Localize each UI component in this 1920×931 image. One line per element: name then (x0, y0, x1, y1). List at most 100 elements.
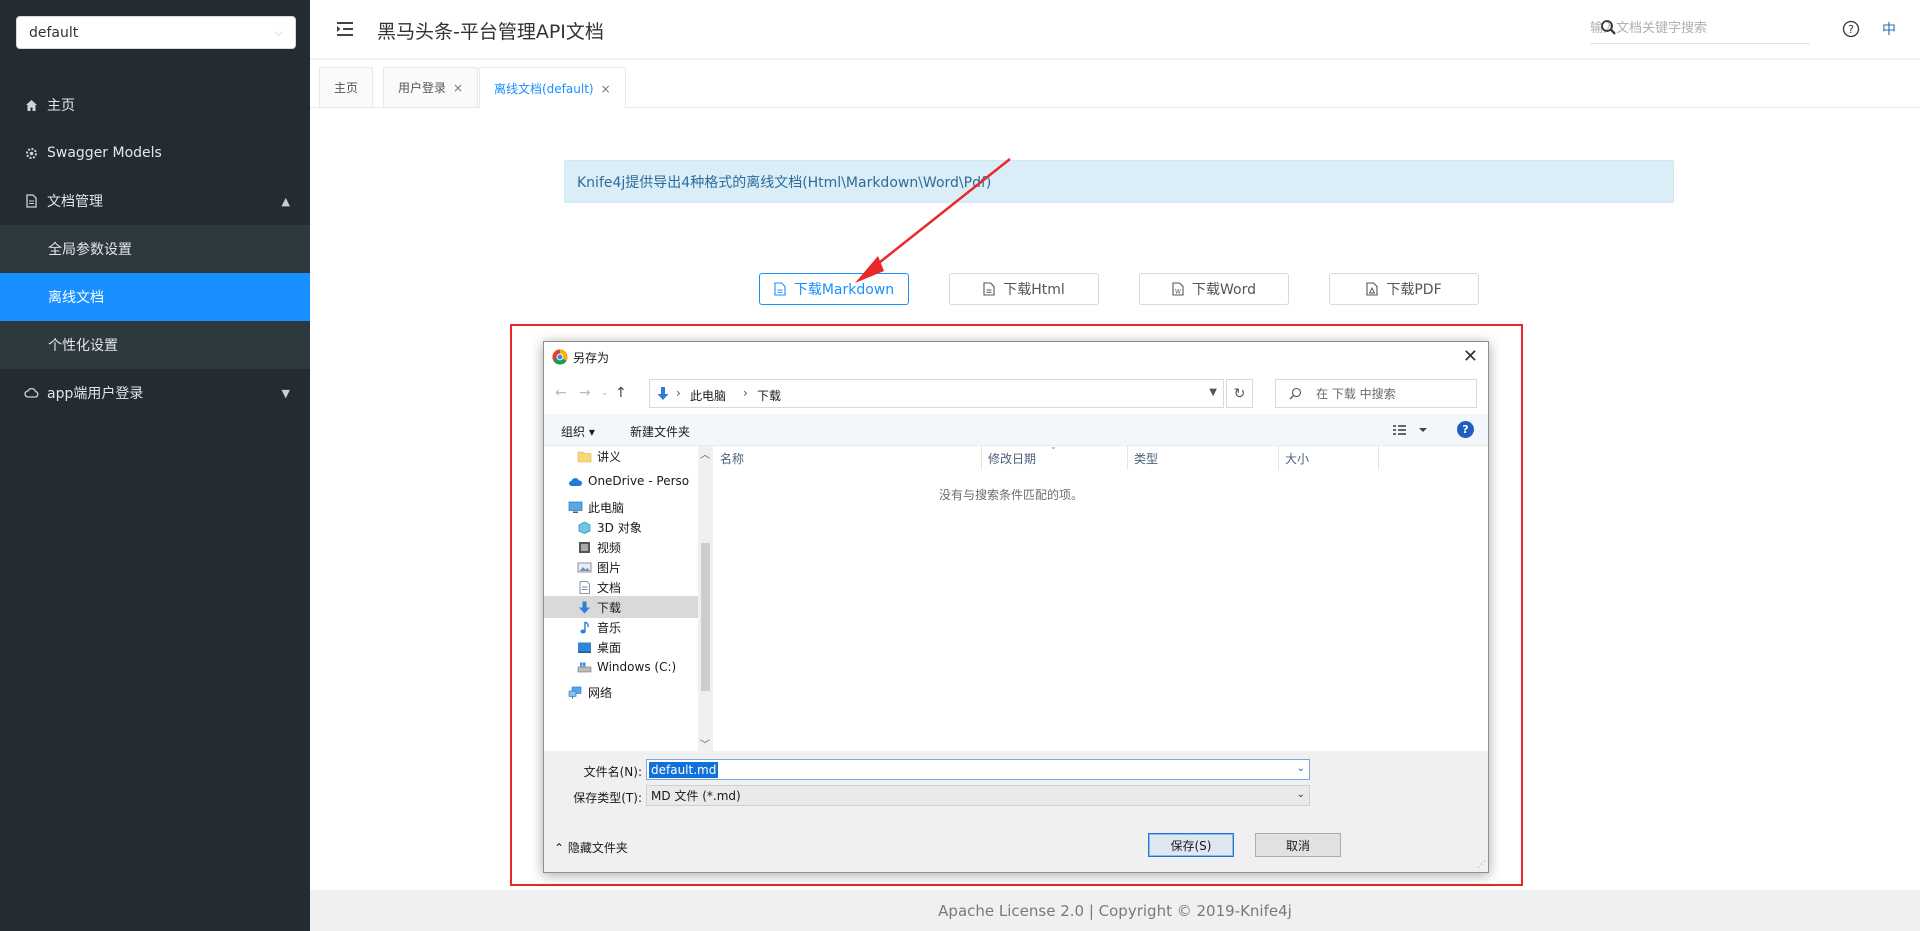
tree-item-label: 视频 (597, 540, 622, 555)
filename-label: 文件名(N): (583, 765, 642, 779)
sidebar-item-doc-management[interactable]: 文档管理 ▲ (0, 177, 310, 225)
pictures-icon (577, 562, 592, 572)
cloud-icon (24, 386, 39, 401)
close-icon[interactable]: × (601, 82, 611, 96)
gear-icon (24, 146, 39, 161)
back-arrow-icon[interactable]: ← (555, 385, 567, 401)
tree-item-label: OneDrive - Perso (588, 474, 690, 488)
download-markdown-button[interactable]: 下载Markdown (759, 273, 909, 305)
chevron-down-icon[interactable]: ﹀ (700, 736, 710, 751)
resize-grip-icon[interactable]: ⋰ (1477, 860, 1486, 870)
breadcrumb-downloads[interactable]: 下载 (757, 387, 781, 404)
view-options-icon[interactable] (1391, 422, 1433, 438)
save-button[interactable]: 保存(S) (1148, 833, 1234, 857)
tab-home[interactable]: 主页 (319, 67, 374, 107)
sidebar-item-swagger-models[interactable]: Swagger Models (0, 129, 310, 177)
tree-item-network[interactable]: 网络 (544, 681, 698, 703)
music-icon (580, 620, 589, 633)
info-banner: Knife4j提供导出4种格式的离线文档(Html\Markdown\Word\… (564, 160, 1674, 203)
group-select-value: default (29, 24, 79, 41)
tab-label: 用户登录 (398, 81, 447, 95)
filename-input[interactable]: default.md ⌄ (646, 759, 1310, 780)
search-icon[interactable] (1600, 19, 1617, 36)
svg-text:?: ? (1848, 23, 1854, 36)
tree-item-label: 此电脑 (588, 500, 625, 515)
sidebar-item-global-params[interactable]: 全局参数设置 (0, 225, 310, 273)
sidebar-item-offline-docs[interactable]: 离线文档 (0, 273, 310, 321)
tree-item-onedrive[interactable]: OneDrive - Perso (544, 470, 698, 492)
search-box (1590, 14, 1810, 44)
tree-item-label: 3D 对象 (597, 520, 642, 535)
dialog-toolbar: 组织 ▾ 新建文件夹 ? (544, 414, 1488, 446)
chevron-up-icon[interactable]: ︿ (700, 446, 710, 461)
column-header-size[interactable]: 大小 (1279, 446, 1379, 470)
recent-locations-icon[interactable]: ⌄ (601, 388, 609, 398)
tree-item-3d-objects[interactable]: 3D 对象 (544, 516, 698, 538)
tree-item-label: 桌面 (597, 640, 622, 655)
close-icon[interactable]: × (453, 81, 463, 95)
tab-user-login[interactable]: 用户登录 × (383, 67, 479, 107)
download-word-button[interactable]: W 下载Word (1139, 273, 1289, 305)
tree-item-music[interactable]: 音乐 (544, 616, 698, 638)
tree-scrollbar[interactable]: ︿ ﹀ (698, 446, 713, 751)
chevron-down-icon: ▼ (281, 386, 290, 400)
sidebar-item-label: 离线文档 (48, 290, 104, 306)
tree-item-label: Windows (C:) (597, 660, 677, 674)
tree-item-videos[interactable]: 视频 (544, 536, 698, 558)
download-pdf-button[interactable]: 下载PDF (1329, 273, 1479, 305)
tree-item-windows-drive[interactable]: Windows (C:) (544, 656, 698, 678)
dialog-search-placeholder: 在 下载 中搜索 (1316, 387, 1396, 401)
sidebar-item-label: Swagger Models (47, 145, 162, 161)
tree-item-downloads[interactable]: 下载 (544, 596, 698, 618)
close-icon[interactable]: ✕ (1463, 346, 1478, 367)
column-header-type[interactable]: 类型 (1128, 446, 1279, 470)
group-select[interactable]: default ⌵ (16, 16, 296, 49)
tree-item-desktop[interactable]: 桌面 (544, 636, 698, 658)
hide-folders-toggle[interactable]: ⌃ 隐藏文件夹 (554, 839, 628, 856)
chevron-down-icon[interactable]: ⌄ (1297, 763, 1305, 774)
chevron-down-icon[interactable]: ▼ (1209, 387, 1217, 398)
filetype-select[interactable]: MD 文件 (*.md) ⌄ (646, 785, 1310, 806)
cancel-button[interactable]: 取消 (1255, 833, 1341, 857)
dialog-nav-bar: ← → ⌄ ↑ › 此电脑 › 下载 ▼ ↻ 在 下载 中搜索 (544, 372, 1488, 412)
sidebar-item-label: 主页 (47, 98, 75, 114)
language-switch[interactable]: 中 (1882, 19, 1896, 39)
column-header-name[interactable]: 名称 (714, 446, 982, 470)
tree-item-label: 下载 (597, 600, 622, 615)
tree-item-documents[interactable]: 文档 (544, 576, 698, 598)
tab-offline-docs[interactable]: 离线文档(default) × (479, 67, 626, 109)
tree-item-label: 音乐 (597, 620, 622, 635)
computer-icon (568, 501, 583, 513)
breadcrumb-this-pc[interactable]: 此电脑 (690, 387, 726, 404)
tree-item-pictures[interactable]: 图片 (544, 556, 698, 578)
search-input[interactable] (1590, 14, 1780, 42)
new-folder-button[interactable]: 新建文件夹 (630, 423, 690, 440)
scrollbar-thumb[interactable] (701, 543, 710, 691)
save-as-dialog: 另存为 ✕ ← → ⌄ ↑ › 此电脑 › 下载 ▼ ↻ 在 下载 中搜索 组织… (543, 341, 1489, 873)
tree-item-this-pc[interactable]: 此电脑 (544, 496, 698, 518)
folder-icon (577, 451, 592, 462)
sidebar-item-label: 全局参数设置 (48, 242, 132, 258)
tree-item-label: 文档 (597, 580, 622, 595)
navigation-tree: 讲义 OneDrive - Perso 此电脑 3D 对象 视频 图片 文档 下… (544, 446, 698, 751)
forward-arrow-icon[interactable]: → (579, 385, 591, 401)
dialog-search-input[interactable]: 在 下载 中搜索 (1275, 379, 1477, 408)
sidebar-item-home[interactable]: 主页 (0, 81, 310, 129)
download-html-button[interactable]: 下载Html (949, 273, 1099, 305)
address-bar[interactable]: › 此电脑 › 下载 ▼ (649, 379, 1224, 408)
breadcrumb-separator-icon: › (743, 386, 748, 400)
dialog-bottom-panel: 文件名(N): default.md ⌄ 保存类型(T): MD 文件 (*.m… (544, 751, 1488, 872)
sidebar-item-personalization[interactable]: 个性化设置 (0, 321, 310, 369)
sidebar-item-app-login[interactable]: app端用户登录 ▼ (0, 369, 310, 417)
tree-item-lectures[interactable]: 讲义 (544, 446, 698, 467)
hide-folders-label: 隐藏文件夹 (567, 841, 628, 855)
help-icon[interactable]: ? (1457, 421, 1474, 438)
menu-fold-icon[interactable] (334, 18, 356, 40)
refresh-button[interactable]: ↻ (1226, 379, 1253, 408)
question-circle-icon[interactable]: ? (1842, 20, 1860, 38)
chevron-down-icon: ⌵ (274, 25, 283, 39)
sidebar-item-label: 个性化设置 (48, 338, 118, 354)
organize-menu[interactable]: 组织 ▾ (561, 423, 595, 440)
up-arrow-icon[interactable]: ↑ (615, 385, 627, 401)
chevron-up-icon: ⌃ (554, 841, 565, 855)
